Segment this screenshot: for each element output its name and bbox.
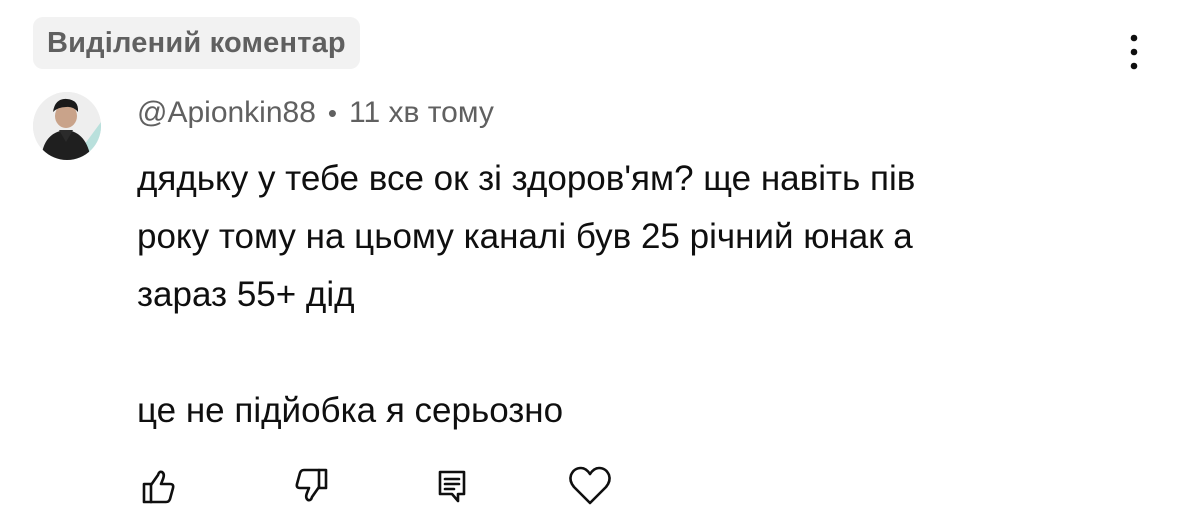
heart-icon	[569, 466, 611, 505]
comment-line-empty	[137, 324, 1097, 382]
thumbs-up-icon	[142, 470, 175, 504]
dislike-button[interactable]	[284, 458, 340, 514]
comment-author[interactable]: @Apionkin88	[137, 96, 316, 130]
comment-line: дядьку у тебе все ок зі здоров'ям? ще на…	[137, 159, 916, 198]
heart-button[interactable]	[562, 458, 618, 514]
avatar[interactable]	[33, 92, 101, 160]
comment-menu-button[interactable]	[1112, 30, 1156, 74]
more-vertical-icon	[1130, 34, 1138, 70]
comment-body: дядьку у тебе все ок зі здоров'ям? ще на…	[137, 150, 1097, 440]
reply-button[interactable]	[424, 458, 480, 514]
like-button[interactable]	[130, 458, 186, 514]
comment-timestamp[interactable]: 11 хв тому	[349, 96, 494, 130]
comment-header: @Apionkin88 • 11 хв тому	[137, 96, 494, 130]
highlighted-comment-label: Виділений коментар	[47, 26, 346, 59]
comment-reply-icon	[438, 470, 466, 503]
thumbs-down-icon	[295, 468, 328, 502]
comment-line: зараз 55+ дід	[137, 275, 355, 314]
comment-line: це не підйобка я серьозно	[137, 391, 564, 430]
avatar-image	[33, 92, 101, 160]
highlighted-comment-badge: Виділений коментар	[33, 17, 360, 69]
comment-line: року тому на цьому каналі був 25 річний …	[137, 217, 913, 256]
meta-separator: •	[327, 97, 338, 128]
